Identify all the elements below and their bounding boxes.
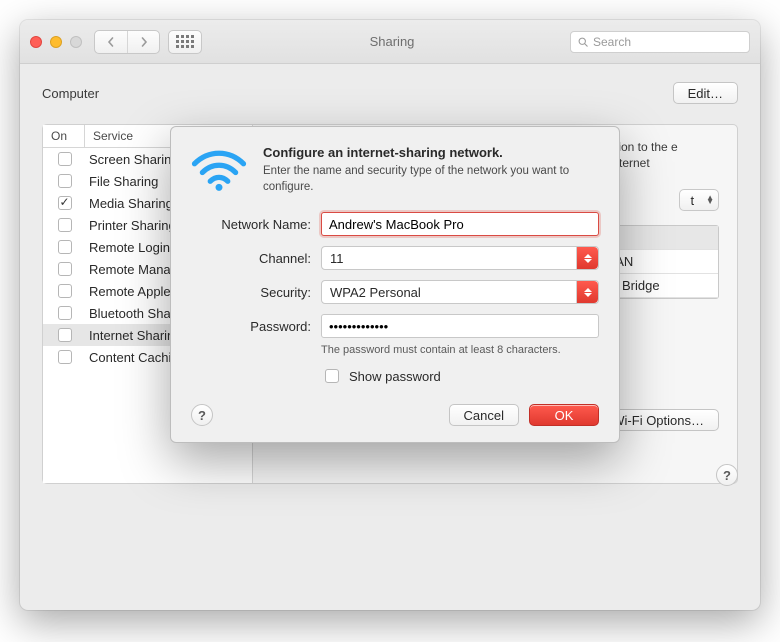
show-password-label: Show password xyxy=(349,369,441,384)
password-hint: The password must contain at least 8 cha… xyxy=(321,344,599,356)
service-label: Screen Sharing xyxy=(85,152,179,167)
wifi-options-sheet: Configure an internet-sharing network. E… xyxy=(170,126,620,443)
share-from-value: t xyxy=(690,193,694,208)
service-checkbox[interactable] xyxy=(58,240,72,254)
service-checkbox[interactable] xyxy=(58,328,72,342)
zoom-window-button[interactable] xyxy=(70,36,82,48)
search-field[interactable]: Search xyxy=(570,31,750,53)
col-on: On xyxy=(43,125,85,147)
service-checkbox[interactable] xyxy=(58,152,72,166)
share-info-text: ction to the e Internet xyxy=(609,139,719,171)
chevron-updown-icon: ▲▼ xyxy=(706,196,714,204)
titlebar: Sharing Search xyxy=(20,20,760,64)
show-all-button[interactable] xyxy=(168,30,202,54)
channel-value: 11 xyxy=(330,251,344,266)
window-title: Sharing xyxy=(214,34,570,49)
channel-select[interactable]: 11 xyxy=(321,246,599,270)
help-button[interactable]: ? xyxy=(716,464,738,486)
share-from-dropdown[interactable]: t ▲▼ xyxy=(679,189,719,211)
computer-name-label: Computer xyxy=(42,86,99,101)
channel-label: Channel: xyxy=(191,251,311,266)
preferences-window: Sharing Search Computer Edit… On Service… xyxy=(20,20,760,610)
window-controls xyxy=(30,36,82,48)
minimize-window-button[interactable] xyxy=(50,36,62,48)
security-label: Security: xyxy=(191,285,311,300)
nav-back-forward xyxy=(94,30,160,54)
service-checkbox[interactable] xyxy=(58,196,72,210)
nav-back-button[interactable] xyxy=(95,31,127,53)
edit-button[interactable]: Edit… xyxy=(673,82,738,104)
wifi-icon xyxy=(191,145,247,196)
ok-button[interactable]: OK xyxy=(529,404,599,426)
sheet-subtitle: Enter the name and security type of the … xyxy=(263,164,599,195)
service-label: File Sharing xyxy=(85,174,158,189)
service-checkbox[interactable] xyxy=(58,262,72,276)
computer-name-row: Computer Edit… xyxy=(42,82,738,104)
nav-forward-button[interactable] xyxy=(127,31,159,53)
stepper-icon xyxy=(576,281,598,303)
sheet-help-button[interactable]: ? xyxy=(191,404,213,426)
security-value: WPA2 Personal xyxy=(330,285,421,300)
grid-icon xyxy=(176,35,194,48)
stepper-icon xyxy=(576,247,598,269)
network-name-label: Network Name: xyxy=(191,217,311,232)
show-password-checkbox[interactable] xyxy=(325,369,339,383)
search-icon xyxy=(577,36,589,48)
col-service: Service xyxy=(85,125,141,147)
service-label: Media Sharing xyxy=(85,196,173,211)
service-label: Remote Login xyxy=(85,240,170,255)
service-checkbox[interactable] xyxy=(58,218,72,232)
service-checkbox[interactable] xyxy=(58,174,72,188)
network-name-input[interactable] xyxy=(321,212,599,236)
security-select[interactable]: WPA2 Personal xyxy=(321,280,599,304)
service-label: Internet Sharing xyxy=(85,328,182,343)
service-label: Printer Sharing xyxy=(85,218,176,233)
close-window-button[interactable] xyxy=(30,36,42,48)
service-checkbox[interactable] xyxy=(58,306,72,320)
sheet-title: Configure an internet-sharing network. xyxy=(263,145,599,160)
service-checkbox[interactable] xyxy=(58,284,72,298)
service-checkbox[interactable] xyxy=(58,350,72,364)
password-label: Password: xyxy=(191,319,311,334)
window-body: Computer Edit… On Service Screen Sharing… xyxy=(20,64,760,500)
cancel-button[interactable]: Cancel xyxy=(449,404,519,426)
password-input[interactable] xyxy=(321,314,599,338)
search-placeholder: Search xyxy=(593,35,631,49)
